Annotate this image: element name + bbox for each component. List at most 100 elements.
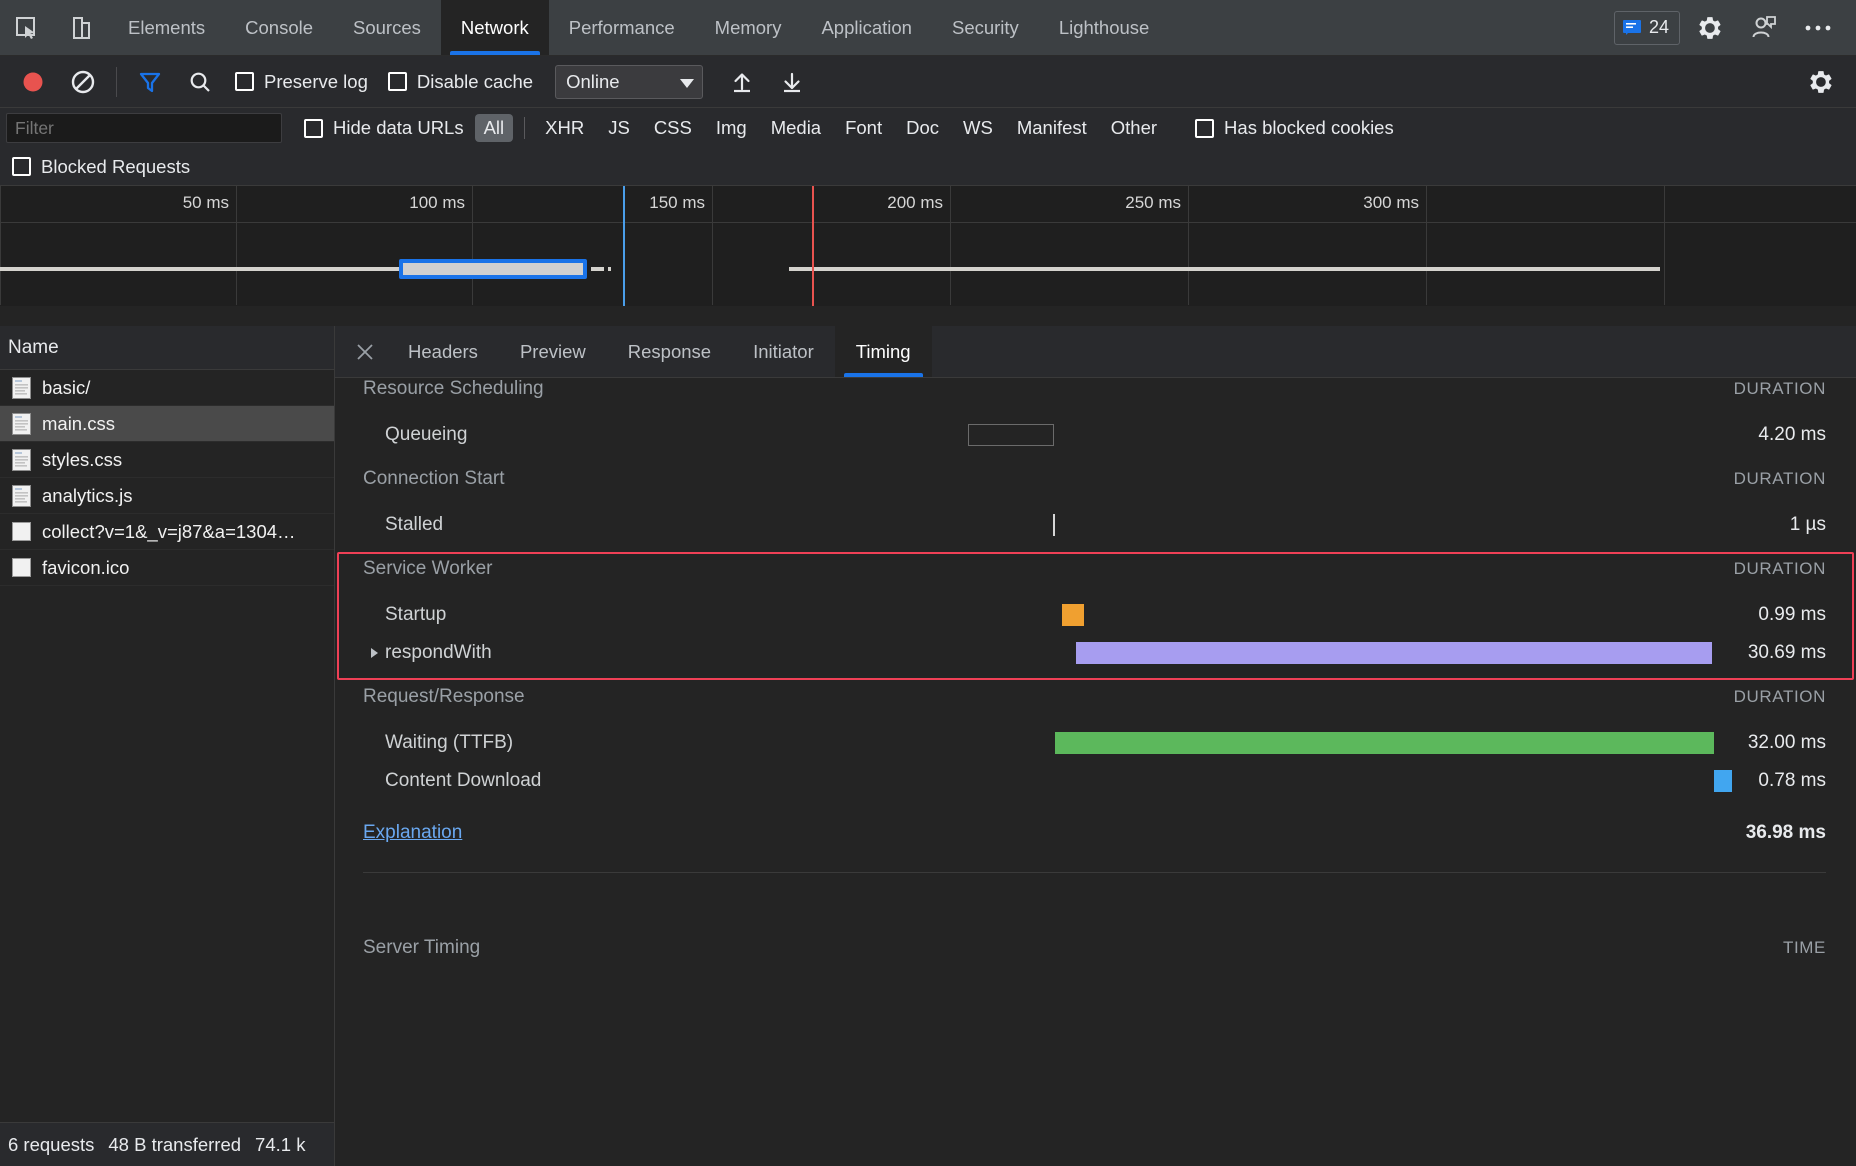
timing-bar-track: [693, 506, 1676, 544]
throttling-value: Online: [566, 71, 619, 93]
timing-group-server-timing: Server Timing TIME: [363, 937, 1826, 975]
clear-icon[interactable]: [60, 60, 106, 104]
export-har-icon[interactable]: [769, 60, 815, 104]
tab-preview[interactable]: Preview: [499, 326, 607, 377]
timing-bar-track: [693, 416, 1676, 454]
timing-spacer: [363, 800, 1826, 814]
has-blocked-cookies-checkbox[interactable]: Has blocked cookies: [1195, 117, 1394, 139]
timing-bar-respondwith: [1076, 642, 1712, 664]
request-row-main-css[interactable]: main.css: [0, 406, 334, 442]
request-row-analytics-js[interactable]: analytics.js: [0, 478, 334, 514]
checkbox-box: [12, 157, 31, 176]
import-har-icon[interactable]: [719, 60, 765, 104]
type-filter-ws[interactable]: WS: [954, 114, 1002, 142]
tab-label: Response: [628, 341, 711, 363]
type-filter-all[interactable]: All: [475, 114, 514, 142]
type-filter-js[interactable]: JS: [599, 114, 639, 142]
request-row-basic[interactable]: basic/: [0, 370, 334, 406]
disable-cache-checkbox[interactable]: Disable cache: [388, 71, 533, 93]
panel-tab-console[interactable]: Console: [225, 0, 333, 55]
search-icon[interactable]: [177, 60, 223, 104]
tab-headers[interactable]: Headers: [387, 326, 499, 377]
inspect-element-icon[interactable]: [0, 0, 54, 55]
panel-tab-sources[interactable]: Sources: [333, 0, 441, 55]
timing-row-label: Stalled: [363, 514, 693, 536]
more-options-icon[interactable]: [1794, 6, 1842, 50]
request-row-favicon[interactable]: favicon.ico: [0, 550, 334, 586]
toolbar-right-actions: [1798, 60, 1856, 104]
panel-tab-elements[interactable]: Elements: [108, 0, 225, 55]
tab-label: Initiator: [753, 341, 814, 363]
chevron-down-icon: [680, 71, 694, 93]
record-button-icon[interactable]: [10, 60, 56, 104]
panel-tab-lighthouse[interactable]: Lighthouse: [1039, 0, 1170, 55]
request-detail-pane: Headers Preview Response Initiator Timin…: [335, 326, 1856, 1166]
panel-tab-security[interactable]: Security: [932, 0, 1039, 55]
request-name: analytics.js: [42, 485, 132, 507]
type-filter-doc[interactable]: Doc: [897, 114, 948, 142]
type-filter-media[interactable]: Media: [762, 114, 830, 142]
tab-response[interactable]: Response: [607, 326, 732, 377]
type-filter-manifest[interactable]: Manifest: [1008, 114, 1096, 142]
toolbar-divider: [116, 67, 117, 97]
group-title: Service Worker: [363, 558, 493, 580]
group-duration-header: DURATION: [1734, 469, 1826, 489]
checkbox-box: [388, 72, 407, 91]
blocked-requests-row: Blocked Requests: [0, 148, 1856, 186]
tab-initiator[interactable]: Initiator: [732, 326, 835, 377]
type-filter-font[interactable]: Font: [836, 114, 891, 142]
blocked-requests-checkbox[interactable]: Blocked Requests: [12, 156, 190, 178]
timing-row-content-download: Content Download 0.78 ms: [363, 762, 1826, 800]
panel-tab-memory[interactable]: Memory: [695, 0, 802, 55]
timing-row-label: respondWith: [385, 642, 492, 663]
network-overview-timeline[interactable]: 50 ms 100 ms 150 ms 200 ms 250 ms 300 ms: [0, 186, 1856, 306]
type-filter-xhr[interactable]: XHR: [536, 114, 593, 142]
timing-row-value: 0.99 ms: [1676, 604, 1826, 626]
request-row-collect[interactable]: collect?v=1&_v=j87&a=1304…: [0, 514, 334, 550]
timing-bar-track: [693, 634, 1676, 672]
ruler-tick-label: 250 ms: [1125, 193, 1188, 213]
throttling-dropdown[interactable]: Online: [555, 65, 703, 99]
panel-tab-performance[interactable]: Performance: [549, 0, 695, 55]
timing-bar-track: [693, 724, 1676, 762]
expand-triangle-icon[interactable]: [371, 648, 378, 658]
request-list-header[interactable]: Name: [0, 326, 334, 370]
request-row-styles-css[interactable]: styles.css: [0, 442, 334, 478]
ruler-tick-label: 200 ms: [887, 193, 950, 213]
explanation-link[interactable]: Explanation: [363, 822, 462, 843]
timing-divider: [363, 872, 1826, 873]
timing-bar-waiting: [1055, 732, 1714, 754]
overview-track-dot: [608, 267, 611, 271]
close-icon[interactable]: [343, 326, 387, 377]
overview-body[interactable]: [0, 223, 1856, 306]
preserve-log-checkbox[interactable]: Preserve log: [235, 71, 368, 93]
filter-funnel-icon[interactable]: [127, 60, 173, 104]
user-icon[interactable]: [1740, 6, 1788, 50]
type-filter-css[interactable]: CSS: [645, 114, 701, 142]
timing-explanation-row: Explanation 36.98 ms: [363, 814, 1826, 852]
request-name: favicon.ico: [42, 557, 129, 579]
checkbox-box: [1195, 119, 1214, 138]
panel-tab-application[interactable]: Application: [801, 0, 932, 55]
type-filter-other[interactable]: Other: [1102, 114, 1166, 142]
gear-icon[interactable]: [1798, 60, 1844, 104]
timing-row-respondwith[interactable]: respondWith 30.69 ms: [363, 634, 1826, 672]
document-icon: [12, 413, 31, 435]
tab-label: Headers: [408, 341, 478, 363]
message-count-badge[interactable]: 24: [1614, 11, 1680, 45]
panel-tab-network[interactable]: Network: [441, 0, 549, 55]
group-title: Connection Start: [363, 468, 505, 490]
checkbox-box: [304, 119, 323, 138]
gear-icon[interactable]: [1686, 6, 1734, 50]
tab-timing[interactable]: Timing: [835, 326, 932, 377]
ruler-tick-label: 50 ms: [183, 193, 236, 213]
device-toolbar-icon[interactable]: [54, 0, 108, 55]
detail-tabbar: Headers Preview Response Initiator Timin…: [335, 326, 1856, 378]
type-filter-img[interactable]: Img: [707, 114, 756, 142]
request-name: basic/: [42, 377, 90, 399]
hide-data-urls-label: Hide data URLs: [333, 117, 464, 139]
hide-data-urls-checkbox[interactable]: Hide data URLs: [304, 117, 464, 139]
overview-selection-box[interactable]: [399, 259, 587, 279]
filter-input[interactable]: [6, 113, 282, 143]
timing-row-label: Queueing: [363, 424, 693, 446]
